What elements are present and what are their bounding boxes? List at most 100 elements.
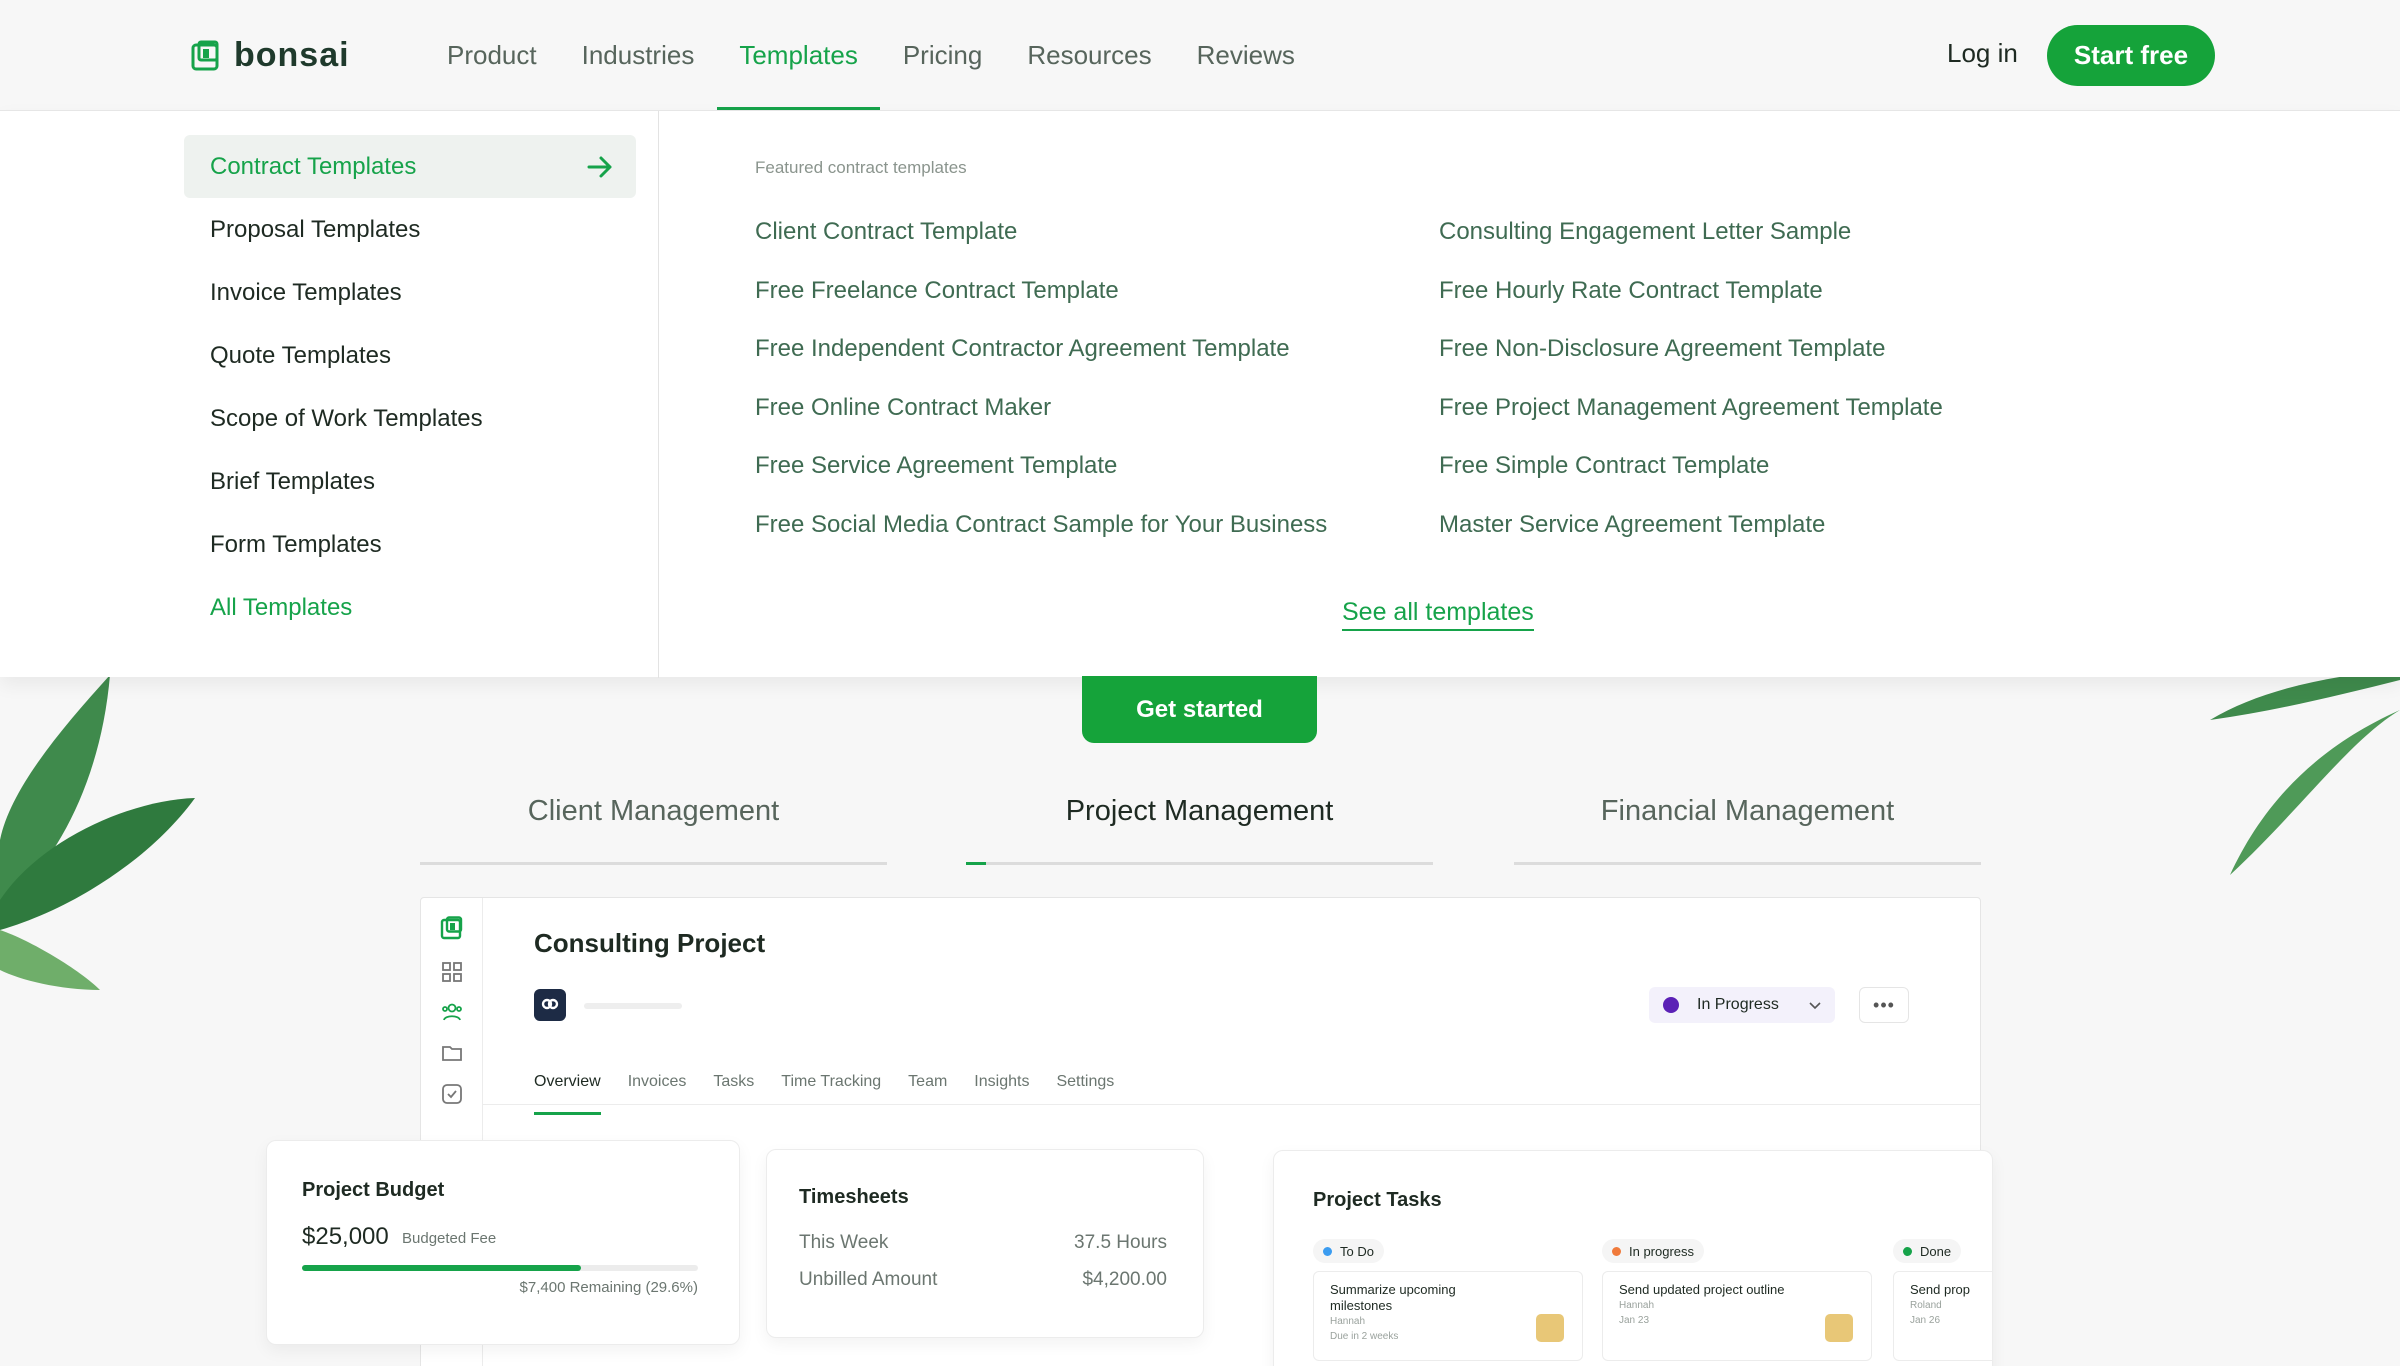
column-name: Done [1920,1243,1952,1259]
column-pill: To Do [1313,1239,1384,1263]
template-link[interactable]: Free Independent Contractor Agreement Te… [755,333,1327,392]
login-link[interactable]: Log in [1947,38,2018,69]
template-link[interactable]: Consulting Engagement Letter Sample [1439,216,1943,275]
tab-insights[interactable]: Insights [974,1073,1029,1115]
budget-progress-bar [302,1265,698,1271]
timesheet-row: This Week 37.5 Hours [799,1232,1167,1254]
budget-label: Budgeted Fee [402,1230,497,1247]
task-due: Jan 26 [1910,1315,1941,1326]
get-started-button[interactable]: Get started [1082,676,1317,743]
timesheets-card: Timesheets This Week 37.5 Hours Unbilled… [766,1149,1204,1338]
template-link[interactable]: Client Contract Template [755,216,1327,275]
template-link[interactable]: Free Service Agreement Template [755,450,1327,509]
task-owner: Hannah [1619,1300,1655,1311]
task-card[interactable]: Send updated project outline Hannah Jan … [1602,1271,1872,1361]
category-invoice-templates[interactable]: Invoice Templates [184,261,636,324]
bonsai-logo-icon [191,40,219,70]
tab-label: Financial Management [1600,795,1895,827]
tab-team[interactable]: Team [908,1073,947,1115]
template-link[interactable]: Free Simple Contract Template [1439,450,1943,509]
folder-icon[interactable] [440,1041,464,1065]
more-options-button[interactable]: ••• [1859,987,1909,1023]
task-column-done: Done Send prop Roland Jan 26 [1893,1239,1992,1361]
tab-time-tracking[interactable]: Time Tracking [781,1073,881,1115]
status-label: In Progress [1697,996,1779,1013]
featured-heading: Featured contract templates [755,158,967,177]
featured-templates-column-1: Client Contract Template Free Freelance … [755,216,1327,568]
project-tasks-card: Project Tasks To Do Summarize upcoming m… [1273,1150,1993,1366]
client-avatar [534,989,566,1021]
template-link[interactable]: Free Online Contract Maker [755,392,1327,451]
task-owner: Hannah [1330,1316,1366,1327]
card-title: Project Tasks [1313,1189,1442,1211]
menu-divider [658,111,659,678]
checkbox-icon[interactable] [440,1082,464,1106]
column-name: To Do [1340,1243,1374,1259]
task-due: Jan 23 [1619,1315,1650,1326]
nav-industries[interactable]: Industries [582,0,695,110]
avatar [1825,1314,1853,1342]
task-card[interactable]: Send prop Roland Jan 26 [1893,1271,1992,1361]
category-proposal-templates[interactable]: Proposal Templates [184,198,636,261]
template-link[interactable]: Free Project Management Agreement Templa… [1439,392,1943,451]
column-name: In progress [1629,1243,1695,1259]
arrow-right-icon [587,156,612,178]
tab-project-management[interactable]: Project Management [966,795,1433,865]
category-quote-templates[interactable]: Quote Templates [184,324,636,387]
category-scope-of-work-templates[interactable]: Scope of Work Templates [184,387,636,450]
tab-financial-management[interactable]: Financial Management [1514,795,1981,865]
column-dot [1612,1246,1621,1256]
category-contract-templates[interactable]: Contract Templates [184,135,636,198]
timesheet-row: Unbilled Amount $4,200.00 [799,1269,1167,1291]
tab-tasks[interactable]: Tasks [713,1073,754,1115]
task-due: Due in 2 weeks [1330,1331,1399,1342]
tab-overview[interactable]: Overview [534,1073,601,1115]
column-dot [1903,1246,1912,1256]
nav-product[interactable]: Product [447,0,537,110]
status-dropdown[interactable]: In Progress [1649,987,1835,1023]
template-link[interactable]: Free Non-Disclosure Agreement Template [1439,333,1943,392]
brand-name: bonsai [234,36,350,74]
nav-pricing[interactable]: Pricing [903,0,982,110]
nav-reviews[interactable]: Reviews [1197,0,1295,110]
template-link[interactable]: Free Freelance Contract Template [755,275,1327,334]
tab-underline [420,862,887,865]
nav-resources[interactable]: Resources [1027,0,1151,110]
template-categories: Contract Templates Proposal Templates In… [184,135,636,639]
template-link[interactable]: Free Social Media Contract Sample for Yo… [755,509,1327,568]
budget-amount: $25,000 [302,1223,389,1250]
dashboard-grid-icon[interactable] [440,960,464,984]
category-brief-templates[interactable]: Brief Templates [184,450,636,513]
avatar [1536,1314,1564,1342]
leaf-left-decoration [0,675,195,990]
site-header: bonsai Product Industries Templates Pric… [0,0,2400,110]
chevron-down-icon [1809,1002,1821,1010]
task-owner: Roland [1910,1300,1942,1311]
tab-underline [966,862,1433,865]
task-name: Send updated project outline [1619,1282,1785,1297]
tab-label: Project Management [1065,795,1334,827]
tab-settings[interactable]: Settings [1056,1073,1114,1115]
task-card[interactable]: Summarize upcoming milestones Hannah Due… [1313,1271,1583,1361]
task-name: Send prop [1910,1282,1970,1297]
category-label: Contract Templates [210,152,417,180]
task-column-todo: To Do Summarize upcoming milestones Hann… [1313,1239,1583,1361]
client-name-placeholder [584,1003,682,1009]
see-all-templates-link[interactable]: See all templates [1342,598,1534,631]
bonsai-logo-icon[interactable] [440,916,464,940]
tab-invoices[interactable]: Invoices [628,1073,687,1115]
nav-templates[interactable]: Templates [717,0,880,110]
card-title: Project Budget [302,1179,445,1201]
template-link[interactable]: Free Hourly Rate Contract Template [1439,275,1943,334]
bonsai-logo[interactable]: bonsai [190,36,350,75]
all-templates-link[interactable]: All Templates [184,576,636,639]
category-form-templates[interactable]: Form Templates [184,513,636,576]
client-logo-icon [541,998,559,1010]
tab-client-management[interactable]: Client Management [420,795,887,865]
budget-progress-fill [302,1265,581,1271]
clients-icon[interactable] [440,1000,464,1024]
template-link[interactable]: Master Service Agreement Template [1439,509,1943,568]
project-budget-card: Project Budget $25,000 Budgeted Fee $7,4… [266,1140,740,1345]
start-free-button[interactable]: Start free [2047,25,2215,86]
featured-templates-column-2: Consulting Engagement Letter Sample Free… [1439,216,1943,568]
